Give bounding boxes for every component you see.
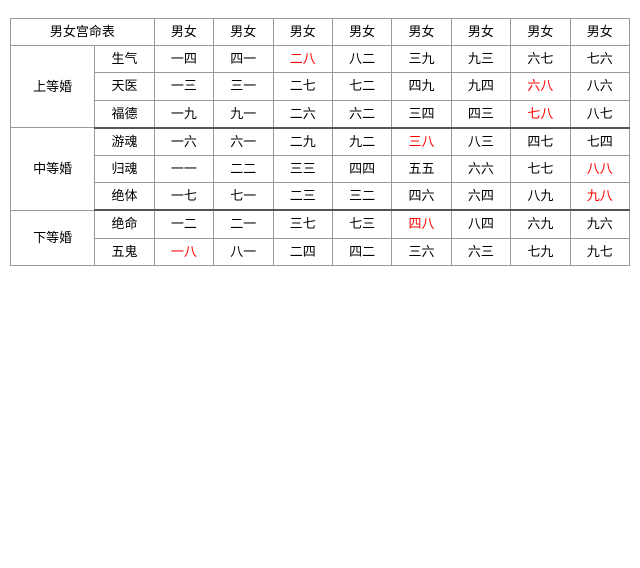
cell-2-1-2: 二四 xyxy=(273,238,332,265)
cell-0-2-5: 四三 xyxy=(451,100,510,128)
sub-label-1-0: 游魂 xyxy=(95,128,154,156)
cell-1-1-7: 八八 xyxy=(570,155,629,182)
sub-label-0-2: 福德 xyxy=(95,100,154,128)
cell-1-2-0: 一七 xyxy=(154,183,213,211)
cell-0-1-2: 二七 xyxy=(273,73,332,100)
table-row: 天医一三三一二七七二四九九四六八八六 xyxy=(11,73,630,100)
cell-1-2-5: 六四 xyxy=(451,183,510,211)
cell-0-2-2: 二六 xyxy=(273,100,332,128)
table-row: 绝体一七七一二三三二四六六四八九九八 xyxy=(11,183,630,211)
cell-0-0-6: 六七 xyxy=(511,46,570,73)
col-header-6: 男女 xyxy=(511,19,570,46)
cell-0-1-6: 六八 xyxy=(511,73,570,100)
cell-2-1-4: 三六 xyxy=(392,238,451,265)
col-header-3: 男女 xyxy=(332,19,391,46)
cell-0-2-3: 六二 xyxy=(332,100,391,128)
sub-label-2-0: 绝命 xyxy=(95,210,154,238)
table-row: 五鬼一八八一二四四二三六六三七九九七 xyxy=(11,238,630,265)
cell-2-0-0: 一二 xyxy=(154,210,213,238)
cell-0-2-4: 三四 xyxy=(392,100,451,128)
table-row: 中等婚游魂一六六一二九九二三八八三四七七四 xyxy=(11,128,630,156)
main-table: 男女宫命表男女男女男女男女男女男女男女男女上等婚生气一四四一二八八二三九九三六七… xyxy=(10,18,630,266)
cell-1-1-2: 三三 xyxy=(273,155,332,182)
cell-0-1-0: 一三 xyxy=(154,73,213,100)
table-row: 归魂一一二二三三四四五五六六七七八八 xyxy=(11,155,630,182)
cell-2-0-4: 四八 xyxy=(392,210,451,238)
table-row: 上等婚生气一四四一二八八二三九九三六七七六 xyxy=(11,46,630,73)
cell-2-0-7: 九六 xyxy=(570,210,629,238)
table-row: 下等婚绝命一二二一三七七三四八八四六九九六 xyxy=(11,210,630,238)
cell-2-0-2: 三七 xyxy=(273,210,332,238)
cell-1-0-6: 四七 xyxy=(511,128,570,156)
group-label-1: 中等婚 xyxy=(11,128,95,211)
cell-0-2-6: 七八 xyxy=(511,100,570,128)
cell-1-1-4: 五五 xyxy=(392,155,451,182)
cell-2-1-6: 七九 xyxy=(511,238,570,265)
col-header-4: 男女 xyxy=(392,19,451,46)
table-row: 福德一九九一二六六二三四四三七八八七 xyxy=(11,100,630,128)
cell-1-0-3: 九二 xyxy=(332,128,391,156)
col-header-main: 男女宫命表 xyxy=(11,19,155,46)
cell-1-0-2: 二九 xyxy=(273,128,332,156)
cell-1-0-7: 七四 xyxy=(570,128,629,156)
cell-1-2-6: 八九 xyxy=(511,183,570,211)
cell-2-1-0: 一八 xyxy=(154,238,213,265)
cell-0-1-3: 七二 xyxy=(332,73,391,100)
cell-2-1-5: 六三 xyxy=(451,238,510,265)
cell-2-1-1: 八一 xyxy=(214,238,273,265)
cell-0-0-5: 九三 xyxy=(451,46,510,73)
cell-0-1-5: 九四 xyxy=(451,73,510,100)
cell-1-1-0: 一一 xyxy=(154,155,213,182)
cell-0-1-4: 四九 xyxy=(392,73,451,100)
cell-1-2-4: 四六 xyxy=(392,183,451,211)
cell-1-2-1: 七一 xyxy=(214,183,273,211)
cell-2-0-3: 七三 xyxy=(332,210,391,238)
cell-1-2-2: 二三 xyxy=(273,183,332,211)
cell-2-1-3: 四二 xyxy=(332,238,391,265)
cell-0-0-3: 八二 xyxy=(332,46,391,73)
cell-0-0-0: 一四 xyxy=(154,46,213,73)
cell-2-0-5: 八四 xyxy=(451,210,510,238)
sub-label-2-1: 五鬼 xyxy=(95,238,154,265)
cell-2-0-1: 二一 xyxy=(214,210,273,238)
cell-1-1-3: 四四 xyxy=(332,155,391,182)
sub-label-1-1: 归魂 xyxy=(95,155,154,182)
group-label-2: 下等婚 xyxy=(11,210,95,265)
cell-1-2-7: 九八 xyxy=(570,183,629,211)
cell-2-0-6: 六九 xyxy=(511,210,570,238)
col-header-0: 男女 xyxy=(154,19,213,46)
cell-0-2-1: 九一 xyxy=(214,100,273,128)
cell-0-0-4: 三九 xyxy=(392,46,451,73)
col-header-7: 男女 xyxy=(570,19,629,46)
cell-1-2-3: 三二 xyxy=(332,183,391,211)
cell-1-0-1: 六一 xyxy=(214,128,273,156)
cell-0-2-0: 一九 xyxy=(154,100,213,128)
sub-label-0-1: 天医 xyxy=(95,73,154,100)
cell-0-1-7: 八六 xyxy=(570,73,629,100)
cell-0-0-1: 四一 xyxy=(214,46,273,73)
sub-label-1-2: 绝体 xyxy=(95,183,154,211)
cell-1-1-5: 六六 xyxy=(451,155,510,182)
sub-label-0-0: 生气 xyxy=(95,46,154,73)
cell-0-2-7: 八七 xyxy=(570,100,629,128)
col-header-5: 男女 xyxy=(451,19,510,46)
group-label-0: 上等婚 xyxy=(11,46,95,128)
cell-0-0-7: 七六 xyxy=(570,46,629,73)
cell-1-0-5: 八三 xyxy=(451,128,510,156)
cell-2-1-7: 九七 xyxy=(570,238,629,265)
cell-1-0-0: 一六 xyxy=(154,128,213,156)
col-header-1: 男女 xyxy=(214,19,273,46)
cell-0-0-2: 二八 xyxy=(273,46,332,73)
cell-0-1-1: 三一 xyxy=(214,73,273,100)
cell-1-1-1: 二二 xyxy=(214,155,273,182)
cell-1-0-4: 三八 xyxy=(392,128,451,156)
cell-1-1-6: 七七 xyxy=(511,155,570,182)
col-header-2: 男女 xyxy=(273,19,332,46)
